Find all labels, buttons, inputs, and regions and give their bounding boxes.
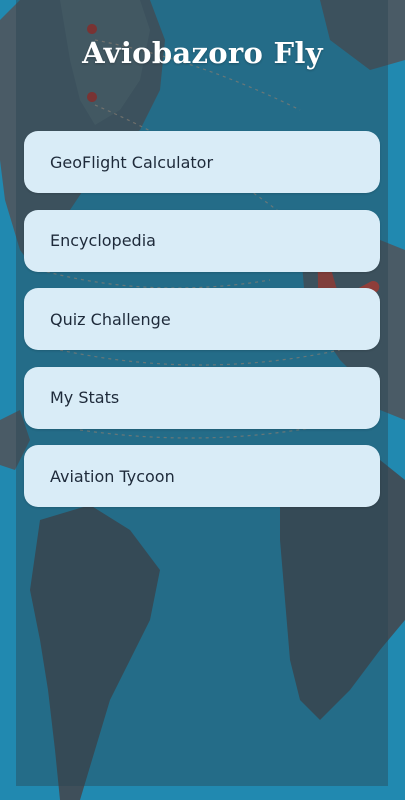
quiz-challenge-button[interactable]: Quiz Challenge (24, 288, 380, 350)
menu-item-label: Quiz Challenge (50, 309, 171, 329)
geoflight-calculator-button[interactable]: GeoFlight Calculator (24, 131, 380, 193)
app-screen: Aviobazoro Fly GeoFlight Calculator Ency… (0, 0, 405, 800)
menu-item-label: GeoFlight Calculator (50, 152, 214, 172)
my-stats-button[interactable]: My Stats (24, 366, 380, 429)
menu-item-label: Encyclopedia (50, 231, 156, 250)
app-title: Aviobazoro Fly (82, 36, 323, 70)
aviation-tycoon-button[interactable]: Aviation Tycoon (24, 445, 380, 507)
main-menu: GeoFlight Calculator Encyclopedia Quiz C… (24, 131, 380, 524)
menu-item-label: My Stats (50, 388, 120, 407)
encyclopedia-button[interactable]: Encyclopedia (24, 209, 380, 272)
menu-item-label: Aviation Tycoon (50, 466, 175, 486)
